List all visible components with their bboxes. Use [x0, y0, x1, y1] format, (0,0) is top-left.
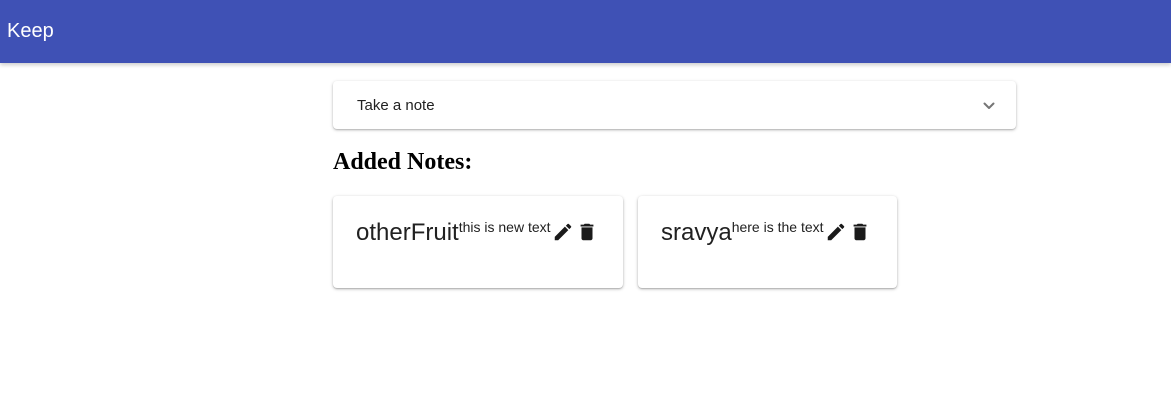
- note-title: sravya: [661, 219, 732, 246]
- note-text: this is new text: [458, 219, 551, 235]
- note-content: otherFruit this is new text: [356, 218, 598, 248]
- note-card: otherFruit this is new text: [333, 196, 623, 288]
- pencil-icon[interactable]: [825, 220, 847, 244]
- note-card: sravya here is the text: [638, 196, 897, 288]
- app-title: Keep: [7, 20, 54, 42]
- note-title: otherFruit: [356, 219, 459, 246]
- chevron-down-icon[interactable]: [982, 99, 996, 113]
- trash-icon[interactable]: [849, 220, 871, 244]
- pencil-icon[interactable]: [552, 220, 574, 244]
- note-content: sravya here is the text: [661, 218, 871, 248]
- note-text: here is the text: [731, 219, 824, 235]
- added-notes-heading: Added Notes:: [333, 149, 473, 175]
- take-a-note-expander[interactable]: Take a note: [333, 81, 1016, 129]
- app-bar: Keep: [0, 0, 1171, 63]
- trash-icon[interactable]: [576, 220, 598, 244]
- take-a-note-label: Take a note: [357, 97, 435, 114]
